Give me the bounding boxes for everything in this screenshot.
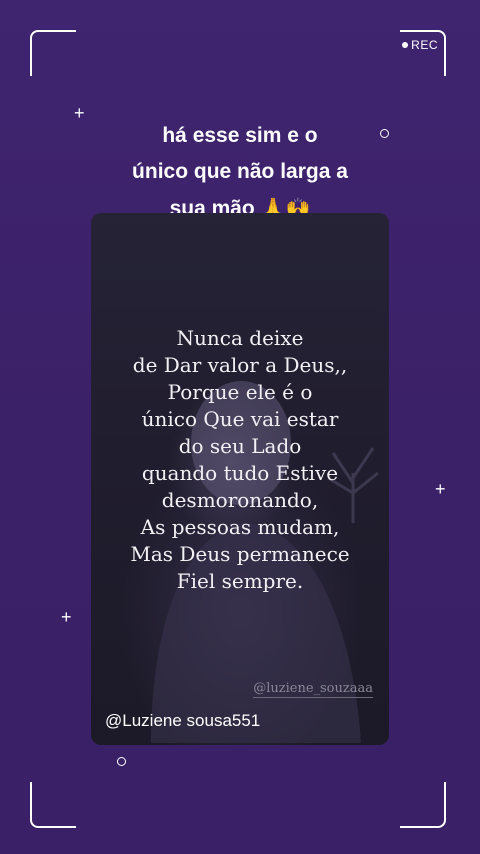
caption-text: há esse sim e o único que não larga a su… [60, 118, 420, 227]
quote-line: Nunca deixe [176, 326, 304, 350]
frame-corner-top-left [30, 30, 76, 76]
video-card[interactable]: Nunca deixe de Dar valor a Deus,, Porque… [91, 213, 389, 745]
quote-line: desmoronando, [161, 488, 319, 512]
rec-label: REC [411, 38, 438, 52]
rec-indicator: REC [402, 38, 438, 52]
quote-line: do seu Lado [178, 434, 302, 458]
quote-line: Porque ele é o [167, 380, 313, 404]
quote-line: Fiel sempre. [176, 569, 304, 593]
frame-corner-bottom-right [400, 782, 446, 828]
frame-corner-top-right [400, 30, 446, 76]
caption-line: há esse sim e o único que não larga a su… [132, 124, 348, 220]
quote-line: único Que vai estar [141, 407, 339, 431]
watermark-username: @luziene_souzaaa [253, 681, 373, 698]
quote-line: de Dar valor a Deus,, [132, 353, 348, 377]
quote-line: quando tudo Estive [141, 461, 339, 485]
rec-dot-icon [402, 42, 409, 48]
sparkle-ring-icon [117, 757, 126, 766]
quote-line: As pessoas mudam, [140, 515, 340, 539]
sparkle-plus-icon: + [61, 607, 72, 627]
quote-text: Nunca deixe de Dar valor a Deus,, Porque… [91, 325, 389, 595]
sparkle-plus-icon: + [435, 479, 446, 499]
author-handle[interactable]: @Luziene sousa551 [105, 711, 260, 731]
frame-corner-bottom-left [30, 782, 76, 828]
quote-line: Mas Deus permanece [130, 542, 350, 566]
